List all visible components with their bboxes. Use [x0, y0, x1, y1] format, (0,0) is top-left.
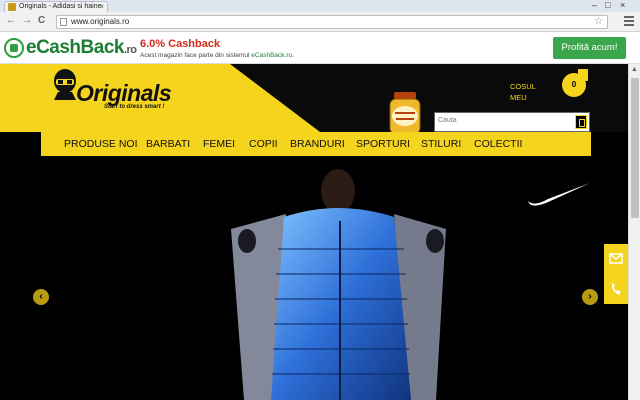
profit-now-button[interactable]: Profită acum!	[553, 37, 626, 59]
site-tagline: Start to dress smart !	[104, 104, 165, 110]
search-placeholder: Cauta	[438, 117, 457, 124]
window-minimize-button[interactable]: –	[592, 0, 597, 10]
url-text: www.originals.ro	[71, 17, 130, 26]
reload-button[interactable]: C	[38, 15, 45, 27]
browser-tab-strip: Originals - Adidasi si haine × – □ ×	[0, 0, 640, 12]
hero-slider[interactable]	[16, 159, 616, 400]
search-icon[interactable]	[575, 115, 587, 129]
browser-tab[interactable]: Originals - Adidasi si haine ×	[4, 1, 108, 12]
cashback-description: Acest magazin face parte din sistemul eC…	[140, 52, 294, 59]
forward-button[interactable]: →	[22, 15, 32, 27]
phone-icon[interactable]	[604, 274, 628, 304]
cart-bag-icon	[578, 69, 588, 81]
star-icon[interactable]: ☆	[594, 16, 603, 28]
address-bar[interactable]: www.originals.ro ☆	[56, 15, 608, 29]
favicon-icon	[8, 3, 16, 11]
browser-toolbar: ← → C www.originals.ro ☆	[0, 12, 640, 32]
site-page: Originals Start to dress smart ! Cauta C…	[0, 64, 628, 400]
nav-branduri[interactable]: BRANDURI	[290, 138, 345, 150]
scroll-up-icon[interactable]: ▲	[631, 66, 638, 73]
site-logo[interactable]: Originals	[76, 80, 172, 107]
nav-sporturi[interactable]: SPORTURI	[356, 138, 410, 150]
search-input[interactable]: Cauta	[434, 112, 590, 132]
tab-title: Originals - Adidasi si haine	[19, 3, 102, 10]
cashback-rate: 6.0% Cashback	[140, 38, 221, 50]
ecashback-logo-icon	[4, 38, 24, 58]
window-close-button[interactable]: ×	[620, 0, 625, 10]
slider-prev-button[interactable]: ‹	[33, 289, 49, 305]
nav-barbati[interactable]: BARBATI	[146, 138, 190, 150]
main-nav: PRODUSE NOI BARBATI FEMEI COPII BRANDURI…	[41, 132, 591, 156]
page-scrollbar[interactable]: ▲	[628, 64, 640, 400]
mail-icon[interactable]	[604, 244, 628, 274]
window-maximize-button[interactable]: □	[605, 0, 610, 10]
ecashback-bar: eCashBack.ro 6.0% Cashback Acest magazin…	[0, 32, 640, 64]
menu-icon[interactable]	[624, 16, 634, 26]
nav-femei[interactable]: FEMEI	[203, 138, 235, 150]
nav-copii[interactable]: COPII	[249, 138, 278, 150]
nav-stiluri[interactable]: STILURI	[421, 138, 461, 150]
nike-swoosh-icon	[528, 183, 590, 206]
cart-label[interactable]: COSUL MEU	[510, 81, 536, 103]
slider-next-button[interactable]: ›	[582, 289, 598, 305]
gift-jar-icon[interactable]	[385, 90, 425, 136]
nav-produse-noi[interactable]: PRODUSE NOI	[64, 138, 138, 150]
back-button[interactable]: ←	[6, 15, 16, 27]
tab-close-icon[interactable]: ×	[99, 2, 104, 12]
ecashback-logo[interactable]: eCashBack.ro	[26, 37, 137, 59]
page-icon	[60, 18, 67, 26]
nav-colectii[interactable]: COLECTII	[474, 138, 522, 150]
scrollbar-thumb[interactable]	[631, 78, 639, 218]
